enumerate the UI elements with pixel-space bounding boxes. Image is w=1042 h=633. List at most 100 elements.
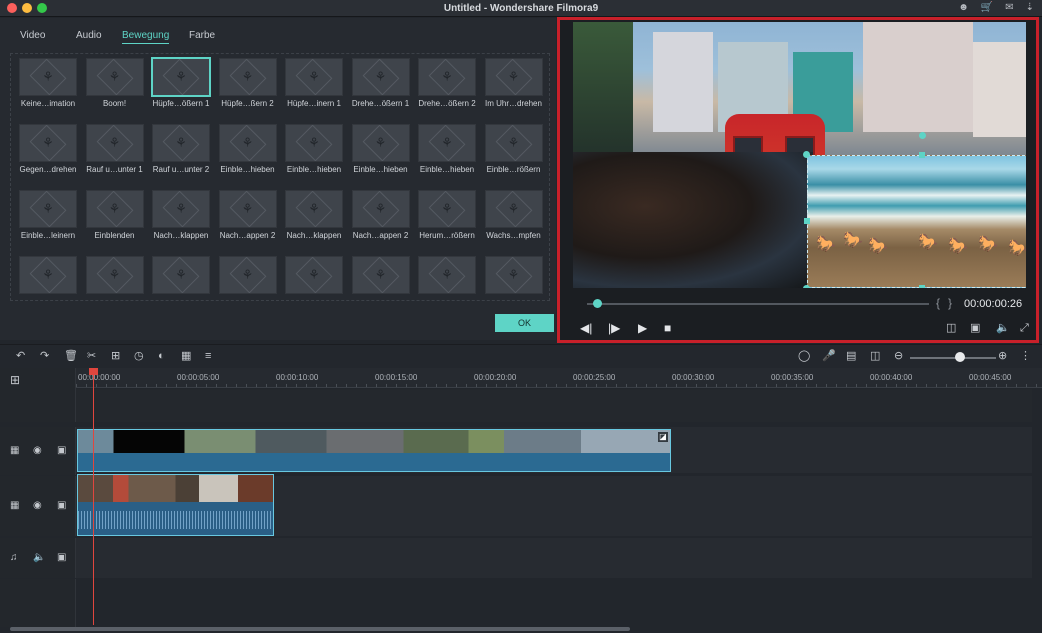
voiceover-icon[interactable]: ▤ [846,350,856,362]
redo-icon[interactable]: ↷ [40,350,49,362]
lock-icon[interactable]: ▣ [57,445,66,456]
timeline-ruler[interactable]: 00:00:00:00 00:00:05:00 00:00:10:00 00:00:1… [76,368,1042,388]
tab-farbe[interactable]: Farbe [189,30,215,41]
motion-preset[interactable]: ⚘ Hüpfe…inern 1 [285,58,343,108]
step-back-icon[interactable]: ◀| [580,322,592,334]
speaker-icon[interactable]: 🔈 [33,552,45,563]
motion-preset[interactable]: ⚘ [351,256,410,300]
motion-preset[interactable]: ⚘ Drehe…ößern 1 [351,58,410,108]
motion-preset[interactable]: ⚘ Nach…appen 2 [218,190,277,240]
motion-preset[interactable]: ⚘ Einble…leinern [19,190,77,240]
snapshot-icon[interactable]: ▣ [970,322,980,334]
person-icon[interactable]: ☻ [958,2,969,13]
cut-icon[interactable]: ✂ [87,350,96,362]
motion-preset[interactable]: ⚘ Herum…rößern [418,190,476,240]
step-forward-icon[interactable]: |▶ [608,322,620,334]
preview-video[interactable]: 🐎 🐎 🐎 🐎 🐎 🐎 🐎 [573,22,1026,288]
motion-preset[interactable]: ⚘ [85,256,144,300]
motion-preset[interactable]: ⚘ Im Uhr…drehen [484,58,543,108]
zoom-in-icon[interactable]: ⊕ [998,350,1007,362]
grip-icon[interactable]: ⋮ [1020,350,1031,362]
motion-preset[interactable]: ⚘ Rauf u…unter 1 [85,124,144,174]
preview-scrub-bar[interactable] [587,303,929,305]
motion-preset[interactable]: ⚘ Keine…imation [19,58,77,108]
motion-preset[interactable]: ⚘ [19,256,77,300]
motion-preset[interactable]: ⚘ Hüpfe…ßern 2 [218,58,277,108]
motion-panel: Video Audio Bewegung Farbe ⚘ Keine…imatio… [0,18,556,340]
motion-label: Einble…hieben [220,165,275,174]
mail-icon[interactable]: ✉ [1005,2,1013,13]
pip-overlay[interactable]: 🐎 🐎 🐎 🐎 🐎 🐎 🐎 [807,155,1026,288]
crop-icon[interactable]: ⊞ [111,350,120,362]
motion-preset[interactable]: ⚘ [285,256,343,300]
undo-icon[interactable]: ↶ [16,350,25,362]
motion-preset[interactable]: ⚘ Einblenden [85,190,144,240]
add-track-icon[interactable]: ⊞ [10,373,20,387]
video-clip-pip[interactable] [77,474,274,536]
resize-handle[interactable] [803,151,810,158]
color-icon[interactable]: ◐ [158,350,165,362]
clip-effect-icon[interactable]: ◪ [658,432,668,442]
motion-thumbnail: ⚘ [85,256,144,294]
speed-icon[interactable]: ◷ [134,350,144,362]
playhead-handle[interactable] [89,368,98,375]
tab-bewegung[interactable]: Bewegung [122,30,170,44]
download-icon[interactable]: ⇣ [1026,2,1034,13]
playhead-line[interactable] [93,370,94,625]
resize-handle[interactable] [919,152,925,158]
motion-thumbnail: ⚘ [351,256,410,294]
zoom-slider-knob[interactable] [955,352,965,362]
rotate-handle[interactable] [919,132,926,139]
motion-preset[interactable]: ⚘ [418,256,476,300]
motion-preset[interactable]: ⚘ [484,256,543,300]
motion-preset[interactable]: ⚘ [152,256,210,300]
microphone-icon[interactable]: 🎤 [822,350,836,362]
green-screen-icon[interactable]: ▦ [181,350,191,362]
fullscreen-icon[interactable]: ⤢ [1020,322,1029,334]
volume-icon[interactable]: 🔈 [996,322,1010,334]
split-screen-icon[interactable]: ◫ [870,350,880,362]
resize-handle[interactable] [803,285,810,288]
zoom-slider-track[interactable] [910,357,996,359]
ok-button[interactable]: OK [495,314,554,332]
motion-preset[interactable]: ⚘ Einble…hieben [418,124,476,174]
motion-preset[interactable]: ⚘ Wachs…mpfen [484,190,543,240]
marker-icon[interactable]: ◯ [798,350,810,362]
motion-preset[interactable]: ⚘ Nach…klappen [152,190,210,240]
resize-handle[interactable] [804,218,810,224]
motion-preset[interactable]: ⚘ Einble…rößern [484,124,543,174]
cart-icon[interactable]: 🛒 [981,2,993,13]
motion-preset[interactable]: ⚘ Einble…hieben [351,124,410,174]
flower-icon: ⚘ [374,69,387,84]
resize-handle[interactable] [919,285,925,288]
timeline-scrollbar[interactable] [10,627,630,631]
mark-in-out-icon[interactable]: {} [936,296,960,310]
play-icon[interactable]: ▶ [638,322,647,334]
motion-preset[interactable]: ⚘ Einble…hieben [285,124,343,174]
motion-preset[interactable]: ⚘ Hüpfe…ößern 1 [152,58,210,108]
flower-icon: ⚘ [175,135,187,150]
tab-audio[interactable]: Audio [76,30,102,41]
display-settings-icon[interactable]: ◫ [946,322,956,334]
motion-preset[interactable]: ⚘ Einble…hieben [218,124,277,174]
zoom-out-icon[interactable]: ⊖ [894,350,903,362]
motion-preset[interactable]: ⚘ [218,256,277,300]
preview-scrub-knob[interactable] [593,299,602,308]
motion-preset[interactable]: ⚘ Nach…klappen [285,190,343,240]
stop-icon[interactable]: ■ [664,322,671,334]
motion-preset[interactable]: ⚘ Boom! [85,58,144,108]
motion-preset[interactable]: ⚘ Rauf u…unter 2 [152,124,210,174]
motion-preset[interactable]: ⚘ Drehe…ößern 2 [418,58,476,108]
motion-label: Im Uhr…drehen [485,99,542,108]
audio-mixer-icon[interactable]: ≡ [205,350,211,362]
eye-icon[interactable]: ◉ [33,500,42,511]
delete-icon[interactable]: 🗑 [64,350,78,362]
eye-icon[interactable]: ◉ [33,445,42,456]
motion-preset[interactable]: ⚘ Nach…appen 2 [351,190,410,240]
tab-video[interactable]: Video [20,30,45,41]
motion-preset[interactable]: ⚘ Gegen…drehen [19,124,77,174]
video-clip-main[interactable]: ◪ [77,429,671,472]
lock-icon[interactable]: ▣ [57,552,66,563]
lock-icon[interactable]: ▣ [57,500,66,511]
motion-label: Rauf u…unter 1 [86,165,143,174]
